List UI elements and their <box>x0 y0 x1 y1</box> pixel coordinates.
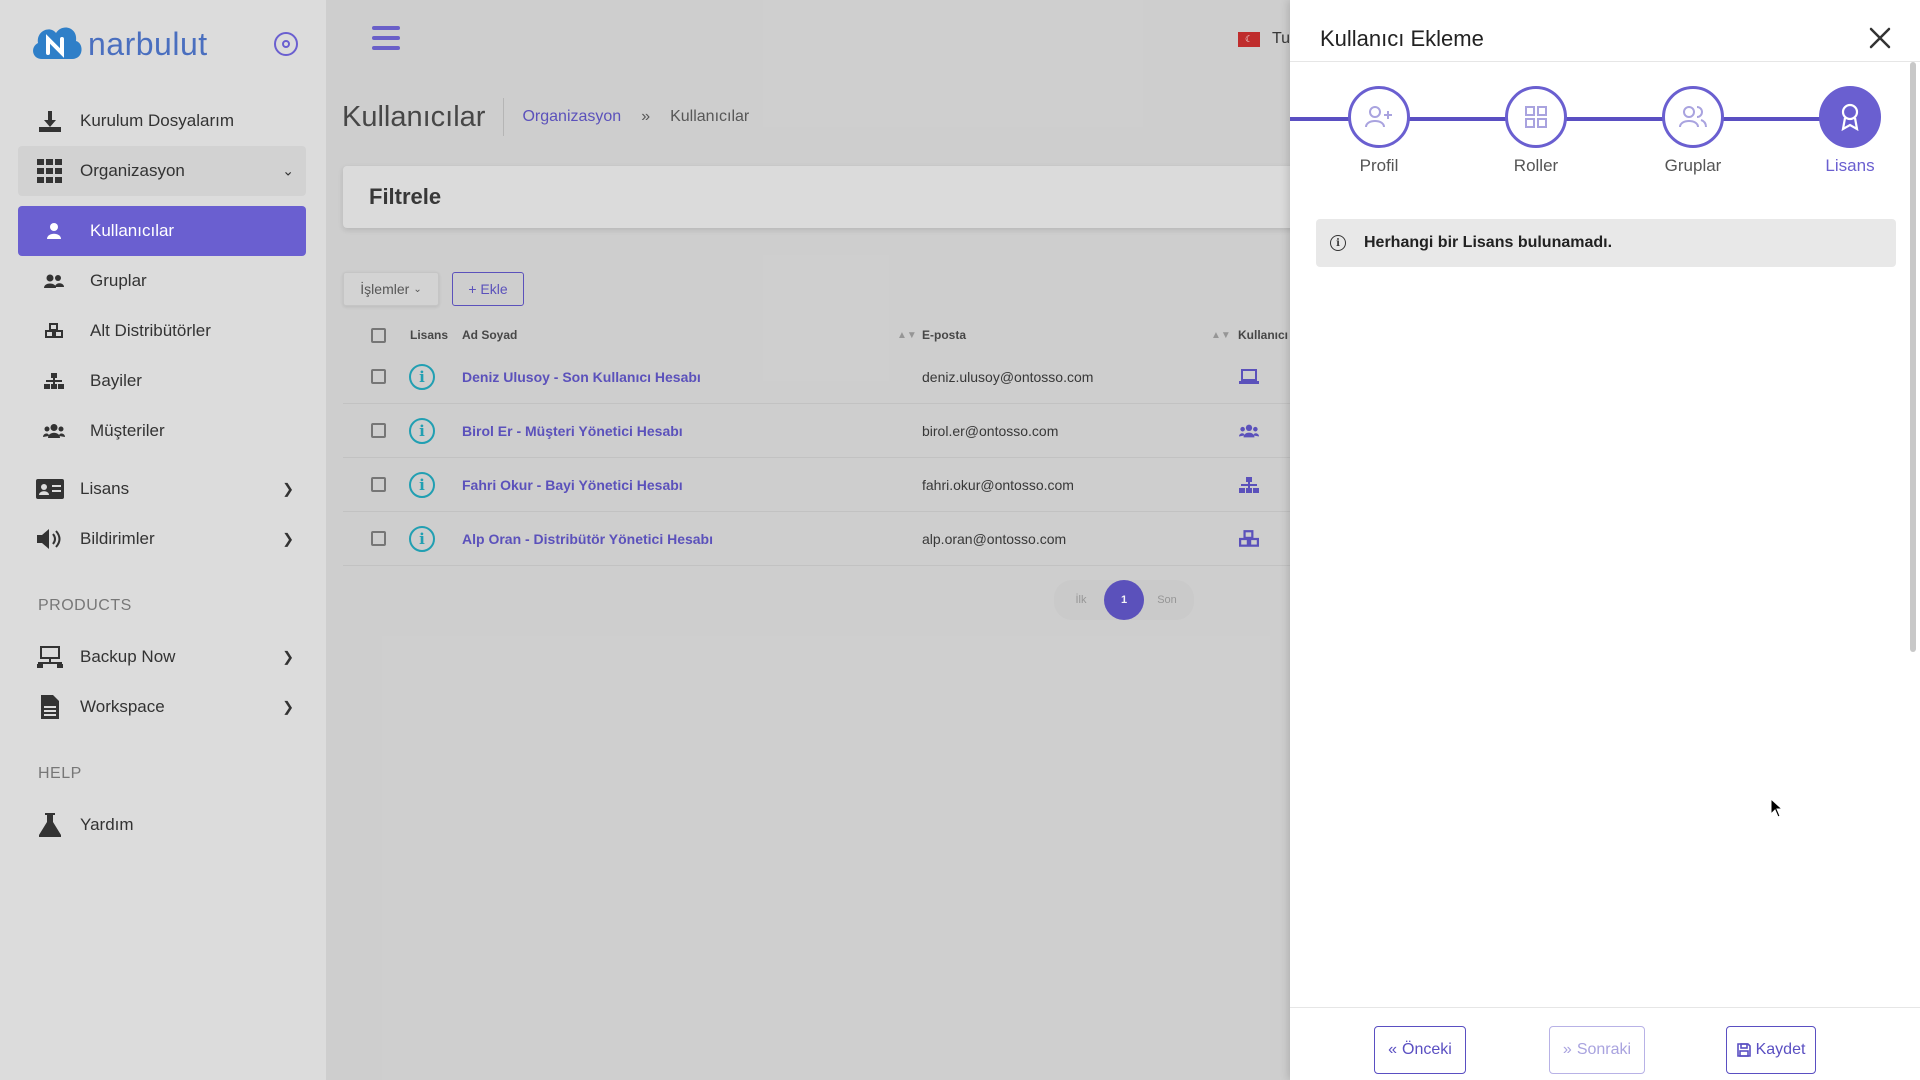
alert-text: Herhangi bir Lisans bulunamadı. <box>1364 234 1613 251</box>
sidebar-item-label: Backup Now <box>80 647 176 666</box>
brand-name: narbulut <box>88 25 208 62</box>
sidebar-item-users[interactable]: Kullanıcılar <box>18 206 306 256</box>
mouse-cursor-icon <box>1770 798 1784 818</box>
sidebar-nav: Kurulum Dosyalarım Organizasyon ⌄ Kullan… <box>18 96 306 850</box>
previous-label: Önceki <box>1402 1041 1452 1058</box>
step-roles[interactable]: Roller <box>1503 86 1569 176</box>
cubes-icon <box>42 319 66 343</box>
modal-backdrop[interactable] <box>326 0 1290 1080</box>
add-user-panel: Kullanıcı Ekleme Profil Roller Gruplar L… <box>1290 0 1920 1080</box>
document-icon <box>36 695 64 719</box>
next-button[interactable]: » Sonraki <box>1549 1026 1645 1074</box>
info-icon: i <box>1330 235 1346 251</box>
sidebar-item-groups[interactable]: Gruplar <box>18 256 306 306</box>
sidebar-toggle-button[interactable] <box>274 32 298 56</box>
sidebar-item-backup-now[interactable]: Backup Now ❯ <box>18 632 306 682</box>
step-groups[interactable]: Gruplar <box>1660 86 1726 176</box>
network-icon <box>36 645 64 669</box>
sidebar-item-label: Alt Distribütörler <box>90 321 211 340</box>
previous-button[interactable]: « Önceki <box>1374 1026 1466 1074</box>
brand-logo[interactable]: narbulut <box>28 16 208 72</box>
chevron-down-icon: ⌄ <box>282 162 294 179</box>
sidebar-item-license[interactable]: Lisans ❯ <box>18 464 306 514</box>
cloud-logo-icon <box>33 27 82 59</box>
sidebar-item-label: Kurulum Dosyalarım <box>80 111 234 130</box>
sidebar-item-label: Kullanıcılar <box>90 221 175 240</box>
sidebar-item-label: Müşteriler <box>90 421 165 440</box>
sidebar-item-label: Bayiler <box>90 371 142 390</box>
double-chevron-right-icon: » <box>1562 1041 1572 1058</box>
sidebar-item-sub-distributors[interactable]: Alt Distribütörler <box>18 306 306 356</box>
sidebar-item-label: Workspace <box>80 697 165 716</box>
sidebar-item-notifications[interactable]: Bildirimler ❯ <box>18 514 306 564</box>
no-license-alert: i Herhangi bir Lisans bulunamadı. <box>1316 219 1896 267</box>
grid-icon <box>36 159 64 183</box>
panel-header: Kullanıcı Ekleme <box>1290 0 1920 62</box>
step-license[interactable]: Lisans <box>1817 86 1883 176</box>
sidebar-item-label: Bildirimler <box>80 529 155 548</box>
grid-icon <box>1505 86 1567 148</box>
stepper: Profil Roller Gruplar Lisans <box>1290 84 1900 184</box>
sidebar-item-label: Organizasyon <box>80 161 185 180</box>
user-plus-icon <box>1348 86 1410 148</box>
speaker-icon <box>36 527 64 551</box>
floppy-icon <box>1736 1043 1751 1057</box>
step-label: Roller <box>1513 156 1559 175</box>
step-label: Gruplar <box>1664 156 1722 175</box>
panel-title: Kullanıcı Ekleme <box>1320 26 1484 51</box>
chevron-right-icon: ❯ <box>282 698 294 715</box>
step-label: Lisans <box>1825 156 1875 175</box>
sidebar-item-customers[interactable]: Müşteriler <box>18 406 306 456</box>
users-icon <box>1662 86 1724 148</box>
close-icon[interactable] <box>1866 24 1894 52</box>
sidebar-item-dealers[interactable]: Bayiler <box>18 356 306 406</box>
sidebar-item-setup-files[interactable]: Kurulum Dosyalarım <box>18 96 306 146</box>
users-icon <box>42 269 66 293</box>
people-group-icon <box>42 419 66 443</box>
sidebar-item-label: Lisans <box>80 479 130 498</box>
section-label-help: HELP <box>38 765 82 782</box>
sidebar-item-label: Yardım <box>80 815 134 834</box>
panel-scrollbar[interactable] <box>1910 62 1916 652</box>
chevron-right-icon: ❯ <box>282 530 294 547</box>
sidebar-item-workspace[interactable]: Workspace ❯ <box>18 682 306 732</box>
chevron-right-icon: ❯ <box>282 480 294 497</box>
panel-footer: « Önceki » Sonraki Kaydet <box>1290 1007 1920 1080</box>
save-button[interactable]: Kaydet <box>1726 1026 1816 1074</box>
sidebar: narbulut Kurulum Dosyalarım Organizasyon… <box>0 0 326 1080</box>
section-label-products: PRODUCTS <box>38 597 132 614</box>
sitemap-icon <box>42 369 66 393</box>
chevron-right-icon: ❯ <box>282 648 294 665</box>
download-icon <box>36 109 64 133</box>
next-label: Sonraki <box>1576 1041 1632 1058</box>
target-icon <box>282 40 290 48</box>
step-profile[interactable]: Profil <box>1346 86 1412 176</box>
flask-icon <box>36 813 64 837</box>
double-chevron-left-icon: « <box>1388 1041 1398 1058</box>
user-icon <box>42 219 66 243</box>
sidebar-item-label: Gruplar <box>90 271 147 290</box>
sidebar-item-organization[interactable]: Organizasyon ⌄ <box>18 146 306 196</box>
id-card-icon <box>36 477 64 501</box>
step-label: Profil <box>1359 156 1399 175</box>
award-icon <box>1819 86 1881 148</box>
sidebar-item-help[interactable]: Yardım <box>18 800 306 850</box>
save-label: Kaydet <box>1755 1041 1806 1058</box>
